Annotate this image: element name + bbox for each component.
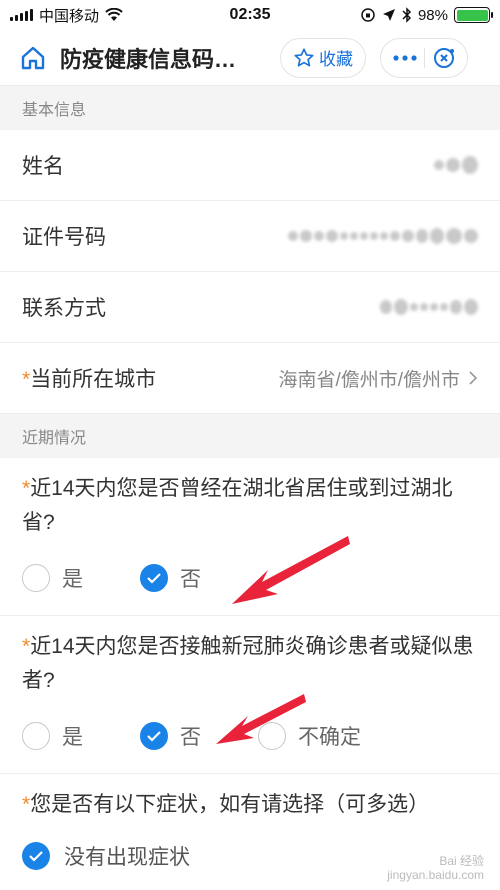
name-value-redacted [434, 156, 478, 174]
orientation-lock-icon [361, 8, 375, 22]
id-row: 证件号码 [0, 201, 500, 272]
option-contact-yes[interactable]: 是 [22, 721, 140, 751]
status-right: 98% [360, 6, 493, 24]
checkbox-checked-icon [22, 842, 50, 870]
symptom-option-label: 没有出现症状 [64, 846, 190, 869]
more-icon[interactable] [392, 54, 418, 62]
required-mark: * [22, 793, 31, 816]
close-miniprogram-icon[interactable] [432, 46, 456, 70]
option-contact-no[interactable]: 否 [140, 721, 258, 751]
home-button[interactable] [18, 43, 48, 73]
carrier-label: 中国移动 [39, 7, 100, 25]
favorite-button[interactable]: 收藏 [280, 37, 366, 78]
favorite-label: 收藏 [319, 50, 353, 69]
status-left: 中国移动 [10, 5, 123, 26]
options-hubei: 是 否 [0, 540, 500, 616]
required-mark: * [22, 635, 31, 658]
section-recent: 近期情况 [0, 414, 500, 458]
radio-unchecked-icon [258, 721, 286, 750]
city-value: 海南省/儋州市/儋州市 [278, 369, 460, 391]
watermark-line2: jingyan.baidu.com [387, 868, 484, 882]
id-value-redacted [288, 228, 478, 244]
capsule-menu [380, 37, 468, 78]
option-label: 否 [180, 725, 201, 749]
clock: 02:35 [229, 6, 271, 23]
contact-value-redacted [380, 299, 478, 315]
radio-checked-icon [140, 563, 168, 592]
signal-icon [10, 9, 33, 21]
id-label: 证件号码 [22, 226, 106, 249]
city-label-wrap: *当前所在城市 [22, 363, 156, 393]
question-symptoms: *您是否有以下症状，如有请选择（可多选） [0, 774, 500, 836]
option-label: 是 [62, 725, 83, 749]
required-mark: * [22, 368, 31, 391]
radio-unchecked-icon [22, 721, 50, 750]
question-contact-text: 近14天内您是否接触新冠肺炎确诊患者或疑似患者? [22, 635, 474, 692]
location-icon [382, 9, 395, 21]
watermark: Bai 经验 jingyan.baidu.com [387, 854, 484, 882]
page-title: 防疫健康信息码… [60, 46, 237, 72]
battery-percent: 98% [417, 6, 448, 24]
bluetooth-icon [402, 7, 412, 23]
capsule-divider [424, 47, 426, 68]
option-label: 否 [180, 567, 201, 591]
section-basic-info: 基本信息 [0, 86, 500, 130]
question-hubei: *近14天内您是否曾经在湖北省居住或到过湖北省? [0, 458, 500, 540]
watermark-line1: Bai 经验 [439, 854, 484, 868]
option-label: 不确定 [298, 725, 361, 749]
status-bar: 中国移动 02:35 98% [0, 0, 500, 30]
options-contact: 是 否 不确定 [0, 698, 500, 774]
battery-icon [454, 7, 493, 23]
required-mark: * [22, 477, 31, 500]
star-icon [294, 47, 314, 67]
wifi-icon [105, 8, 123, 21]
nav-bar: 防疫健康信息码… 收藏 [0, 30, 500, 86]
name-label: 姓名 [22, 155, 64, 178]
city-row[interactable]: *当前所在城市 海南省/儋州市/儋州市 [0, 343, 500, 414]
name-row: 姓名 [0, 130, 500, 201]
chevron-right-icon [469, 371, 478, 385]
city-label: 当前所在城市 [30, 368, 157, 391]
city-value-wrap: 海南省/儋州市/儋州市 [278, 365, 478, 392]
contact-row: 联系方式 [0, 272, 500, 343]
option-contact-unsure[interactable]: 不确定 [258, 721, 361, 751]
question-hubei-text: 近14天内您是否曾经在湖北省居住或到过湖北省? [22, 477, 453, 534]
question-contact: *近14天内您是否接触新冠肺炎确诊患者或疑似患者? [0, 616, 500, 698]
option-label: 是 [62, 567, 83, 591]
option-hubei-yes[interactable]: 是 [22, 563, 140, 593]
home-icon [21, 46, 45, 69]
contact-label: 联系方式 [22, 297, 106, 320]
option-hubei-no[interactable]: 否 [140, 563, 201, 593]
radio-unchecked-icon [22, 563, 50, 592]
radio-checked-icon [140, 721, 168, 750]
question-symptoms-text: 您是否有以下症状，如有请选择（可多选） [30, 793, 430, 816]
